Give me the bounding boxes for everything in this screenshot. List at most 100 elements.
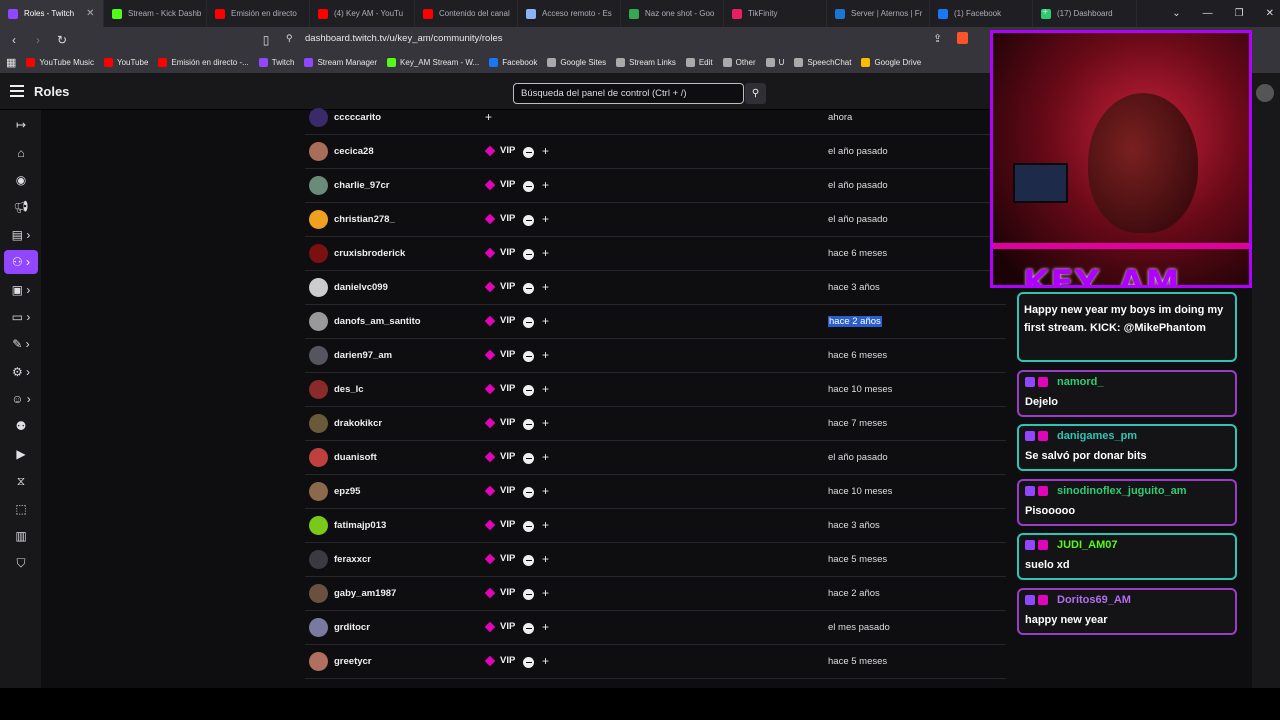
username[interactable]: drakokikcr <box>334 418 382 429</box>
analytics-icon[interactable]: ▤ › <box>4 223 38 247</box>
tools-icon[interactable]: ✎ › <box>4 332 38 356</box>
browser-tab[interactable]: (17) Dashboard <box>1033 0 1137 27</box>
monetization-icon[interactable]: ▭ › <box>4 305 38 329</box>
browser-tab[interactable]: Server | Aternos | Fr <box>827 0 930 27</box>
bookmark-item[interactable]: Google Sites <box>547 58 606 67</box>
avatar[interactable] <box>309 244 328 263</box>
remove-role-button[interactable] <box>523 453 534 464</box>
browser-tab[interactable]: TikFinity <box>724 0 827 27</box>
broadcast-icon[interactable]: ◉ <box>4 168 38 192</box>
browser-tab[interactable]: (4) Key AM - YouTu <box>310 0 415 27</box>
bookmark-item[interactable]: YouTube <box>103 58 148 67</box>
add-role-button[interactable]: + <box>542 144 549 158</box>
remove-role-button[interactable] <box>523 181 534 192</box>
avatar[interactable] <box>309 516 328 535</box>
username[interactable]: grditocr <box>334 622 370 633</box>
site-info-icon[interactable]: ⚲ <box>286 33 293 44</box>
add-role-button[interactable]: + <box>542 416 549 430</box>
username[interactable]: fatimajp013 <box>334 520 386 531</box>
remove-role-button[interactable] <box>523 317 534 328</box>
add-role-button[interactable]: + <box>542 586 549 600</box>
username[interactable]: charlie_97cr <box>334 180 389 191</box>
add-role-button[interactable]: + <box>542 246 549 260</box>
remove-role-button[interactable] <box>523 249 534 260</box>
avatar[interactable] <box>309 176 328 195</box>
megaphone-icon[interactable]: 📢︎ <box>4 195 38 219</box>
avatar[interactable] <box>309 448 328 467</box>
bookmark-item[interactable]: Edit <box>685 58 713 67</box>
maximize-icon[interactable]: ❐ <box>1235 8 1244 19</box>
username[interactable]: danofs_am_santito <box>334 316 421 327</box>
video-icon[interactable]: ▶ <box>4 442 38 466</box>
avatar[interactable] <box>309 584 328 603</box>
avatar[interactable] <box>309 550 328 569</box>
add-role-button[interactable]: + <box>542 552 549 566</box>
bookmark-item[interactable]: Stream Manager <box>304 58 377 67</box>
bookmark-item[interactable]: U <box>765 58 784 67</box>
add-role-button[interactable]: + <box>542 450 549 464</box>
bookmark-item[interactable]: Stream Links <box>616 58 676 67</box>
avatar[interactable] <box>309 618 328 637</box>
add-role-button[interactable]: + <box>485 110 492 124</box>
browser-tab[interactable]: Naz one shot - Goo <box>621 0 724 27</box>
browser-tab[interactable]: (1) Facebook <box>930 0 1033 27</box>
username[interactable]: christian278_ <box>334 214 395 225</box>
home-icon[interactable]: ⌂ <box>4 141 38 165</box>
community-icon[interactable]: ⚇ › <box>4 250 38 274</box>
add-role-button[interactable]: + <box>542 212 549 226</box>
remove-role-button[interactable] <box>523 147 534 158</box>
remove-role-button[interactable] <box>523 657 534 668</box>
username[interactable]: greetycr <box>334 656 372 667</box>
close-icon[interactable]: ✕ <box>1266 8 1274 19</box>
extensions-icon[interactable]: ⬚ <box>4 497 38 521</box>
username[interactable]: epz95 <box>334 486 360 497</box>
add-role-button[interactable]: + <box>542 280 549 294</box>
bookmark-icon[interactable]: ▯ <box>256 33 276 47</box>
add-role-button[interactable]: + <box>542 348 549 362</box>
avatar[interactable] <box>1256 84 1274 102</box>
bookmark-item[interactable]: SpeechChat <box>794 58 851 67</box>
avatar[interactable] <box>309 278 328 297</box>
remove-role-button[interactable] <box>523 283 534 294</box>
add-role-button[interactable]: + <box>542 518 549 532</box>
remove-role-button[interactable] <box>523 521 534 532</box>
bookmark-item[interactable]: Google Drive <box>861 58 921 67</box>
creator-camp-icon[interactable]: ⚉ <box>4 414 38 438</box>
remove-role-button[interactable] <box>523 555 534 566</box>
remove-role-button[interactable] <box>523 351 534 362</box>
bookmark-item[interactable]: Emisión en directo -... <box>158 58 249 67</box>
remove-role-button[interactable] <box>523 589 534 600</box>
username[interactable]: duanisoft <box>334 452 377 463</box>
url-field[interactable]: dashboard.twitch.tv/u/key_am/community/r… <box>305 33 502 44</box>
minimize-icon[interactable]: — <box>1203 8 1213 19</box>
username[interactable]: gaby_am1987 <box>334 588 396 599</box>
username[interactable]: cccccarito <box>334 112 381 123</box>
remove-role-button[interactable] <box>523 419 534 430</box>
expand-sidebar-icon[interactable]: ↦ <box>4 113 38 137</box>
shield-icon[interactable]: ⛉ <box>4 551 38 575</box>
add-role-button[interactable]: + <box>542 314 549 328</box>
bookmark-item[interactable]: Facebook <box>489 58 537 67</box>
menu-icon[interactable] <box>10 85 24 100</box>
browser-tab[interactable]: Acceso remoto - Es <box>518 0 621 27</box>
avatar[interactable] <box>309 210 328 229</box>
add-role-button[interactable]: + <box>542 382 549 396</box>
back-icon[interactable]: ‹ <box>4 33 24 47</box>
add-role-button[interactable]: + <box>542 484 549 498</box>
add-role-button[interactable]: + <box>542 620 549 634</box>
avatar[interactable] <box>309 482 328 501</box>
username[interactable]: darien97_am <box>334 350 392 361</box>
browser-tab[interactable]: Emisión en directo <box>207 0 310 27</box>
avatar[interactable] <box>309 380 328 399</box>
remove-role-button[interactable] <box>523 623 534 634</box>
remove-role-button[interactable] <box>523 487 534 498</box>
remove-role-button[interactable] <box>523 385 534 396</box>
new-tab-icon[interactable]: + <box>1042 7 1048 18</box>
close-tab-icon[interactable]: ✕ <box>86 8 94 19</box>
avatar[interactable] <box>309 108 328 127</box>
content-icon[interactable]: ▣ › <box>4 278 38 302</box>
avatar[interactable] <box>309 142 328 161</box>
username[interactable]: cecica28 <box>334 146 374 157</box>
bookmark-item[interactable]: YouTube Music <box>26 58 94 67</box>
add-role-button[interactable]: + <box>542 654 549 668</box>
